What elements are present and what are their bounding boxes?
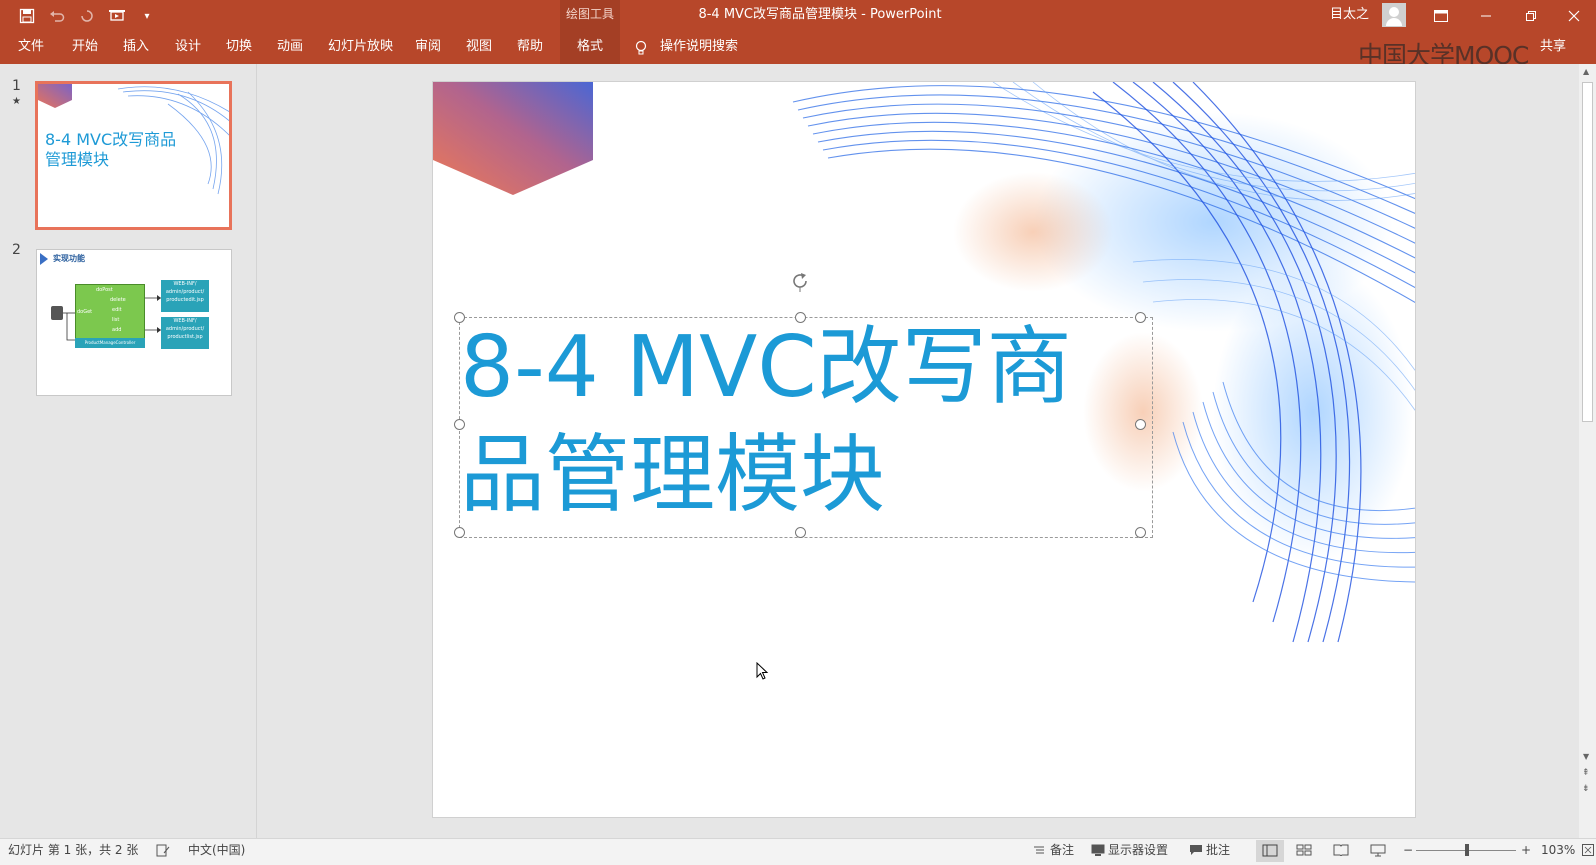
normal-view-icon[interactable]	[1256, 840, 1284, 862]
share-button[interactable]: 共享	[1540, 32, 1566, 64]
tab-home[interactable]: 开始	[70, 32, 100, 64]
tab-insert[interactable]: 插入	[121, 32, 151, 64]
slide-thumbnail-2[interactable]: 实现功能 doPost delete edit list add doGet P…	[36, 249, 232, 396]
user-name[interactable]: 目太之	[1330, 0, 1369, 32]
previous-slide-icon[interactable]: ⇞	[1582, 768, 1590, 778]
thumb-title: 8-4 MVC改写商品管理模块	[45, 130, 177, 169]
tab-animations[interactable]: 动画	[275, 32, 305, 64]
resize-handle[interactable]	[1135, 312, 1146, 323]
notes-icon[interactable]	[1033, 844, 1045, 856]
resize-handle[interactable]	[795, 527, 806, 538]
lightbulb-icon	[634, 40, 648, 56]
display-settings-button[interactable]: 显示器设置	[1108, 839, 1168, 861]
next-slide-icon[interactable]: ⇟	[1582, 784, 1590, 794]
slide-1[interactable]: 8-4 MVC改写商品管理模块	[432, 81, 1416, 818]
title-selection-box[interactable]	[459, 317, 1153, 538]
start-from-beginning-icon[interactable]	[102, 0, 132, 32]
animation-star-icon: ★	[12, 96, 21, 107]
save-icon[interactable]	[12, 0, 42, 32]
resize-handle[interactable]	[795, 312, 806, 323]
quick-access-toolbar: ▾	[12, 0, 162, 32]
zoom-slider-knob[interactable]	[1465, 844, 1469, 856]
thumb-arrows	[63, 295, 161, 341]
zoom-level[interactable]: 103%	[1541, 839, 1575, 861]
tab-design[interactable]: 设计	[173, 32, 203, 64]
mouse-cursor-icon	[756, 661, 770, 682]
notes-button[interactable]: 备注	[1050, 839, 1074, 861]
minimize-icon[interactable]	[1463, 0, 1508, 32]
comments-icon[interactable]	[1189, 844, 1203, 856]
title-bar: ▾ 绘图工具 8-4 MVC改写商品管理模块 - PowerPoint 目太之	[0, 0, 1596, 32]
restore-icon[interactable]	[1508, 0, 1553, 32]
ribbon-display-icon[interactable]	[1418, 0, 1463, 32]
tab-file[interactable]: 文件	[16, 32, 46, 64]
resize-handle[interactable]	[454, 527, 465, 538]
language-indicator[interactable]: 中文(中国)	[188, 839, 245, 861]
slide-sorter-icon[interactable]	[1296, 844, 1312, 856]
slide-number: 2	[12, 242, 21, 258]
close-icon[interactable]	[1551, 0, 1596, 32]
status-bar: 幻灯片 第 1 张，共 2 张 中文(中国) 备注 显示器设置 批注 − + 1…	[0, 838, 1596, 865]
drawing-tools-context: 绘图工具	[560, 0, 620, 32]
tab-help[interactable]: 帮助	[515, 32, 545, 64]
tell-me-search[interactable]: 操作说明搜索	[658, 32, 740, 64]
comments-button[interactable]: 批注	[1206, 839, 1230, 861]
resize-handle[interactable]	[454, 419, 465, 430]
ribbon-tabs: 文件 开始 插入 设计 切换 动画 幻灯片放映 审阅 视图 帮助 格式 操作说明…	[0, 32, 1596, 64]
fit-to-window-icon[interactable]	[1582, 844, 1594, 856]
slide-thumbnail-1[interactable]: 8-4 MVC改写商品管理模块	[35, 81, 232, 230]
vertical-scrollbar[interactable]: ▲ ▼ ⇞ ⇟	[1579, 64, 1596, 838]
reading-view-icon[interactable]	[1333, 844, 1349, 857]
avatar[interactable]	[1382, 3, 1406, 27]
customize-qat-icon[interactable]: ▾	[132, 0, 162, 32]
tab-slideshow[interactable]: 幻灯片放映	[326, 32, 395, 64]
slide-number: 1	[12, 78, 21, 94]
resize-handle[interactable]	[454, 312, 465, 323]
tab-format[interactable]: 格式	[560, 32, 620, 64]
zoom-in-button[interactable]: +	[1521, 839, 1531, 861]
slideshow-icon[interactable]	[1370, 844, 1386, 857]
document-title: 8-4 MVC改写商品管理模块 - PowerPoint	[698, 7, 942, 22]
tab-review[interactable]: 审阅	[413, 32, 443, 64]
resize-handle[interactable]	[1135, 419, 1146, 430]
spell-check-icon[interactable]	[156, 844, 170, 857]
zoom-out-button[interactable]: −	[1403, 839, 1413, 861]
scroll-down-icon[interactable]: ▼	[1583, 752, 1589, 761]
scrollbar-thumb[interactable]	[1582, 82, 1593, 422]
display-settings-icon[interactable]	[1091, 844, 1105, 856]
rotate-handle-icon[interactable]	[789, 270, 811, 292]
scroll-up-icon[interactable]: ▲	[1583, 67, 1589, 76]
undo-icon[interactable]	[42, 0, 72, 32]
resize-handle[interactable]	[1135, 527, 1146, 538]
slide-counter: 幻灯片 第 1 张，共 2 张	[8, 843, 139, 857]
tab-view[interactable]: 视图	[464, 32, 494, 64]
redo-icon[interactable]	[72, 0, 102, 32]
tab-transitions[interactable]: 切换	[224, 32, 254, 64]
